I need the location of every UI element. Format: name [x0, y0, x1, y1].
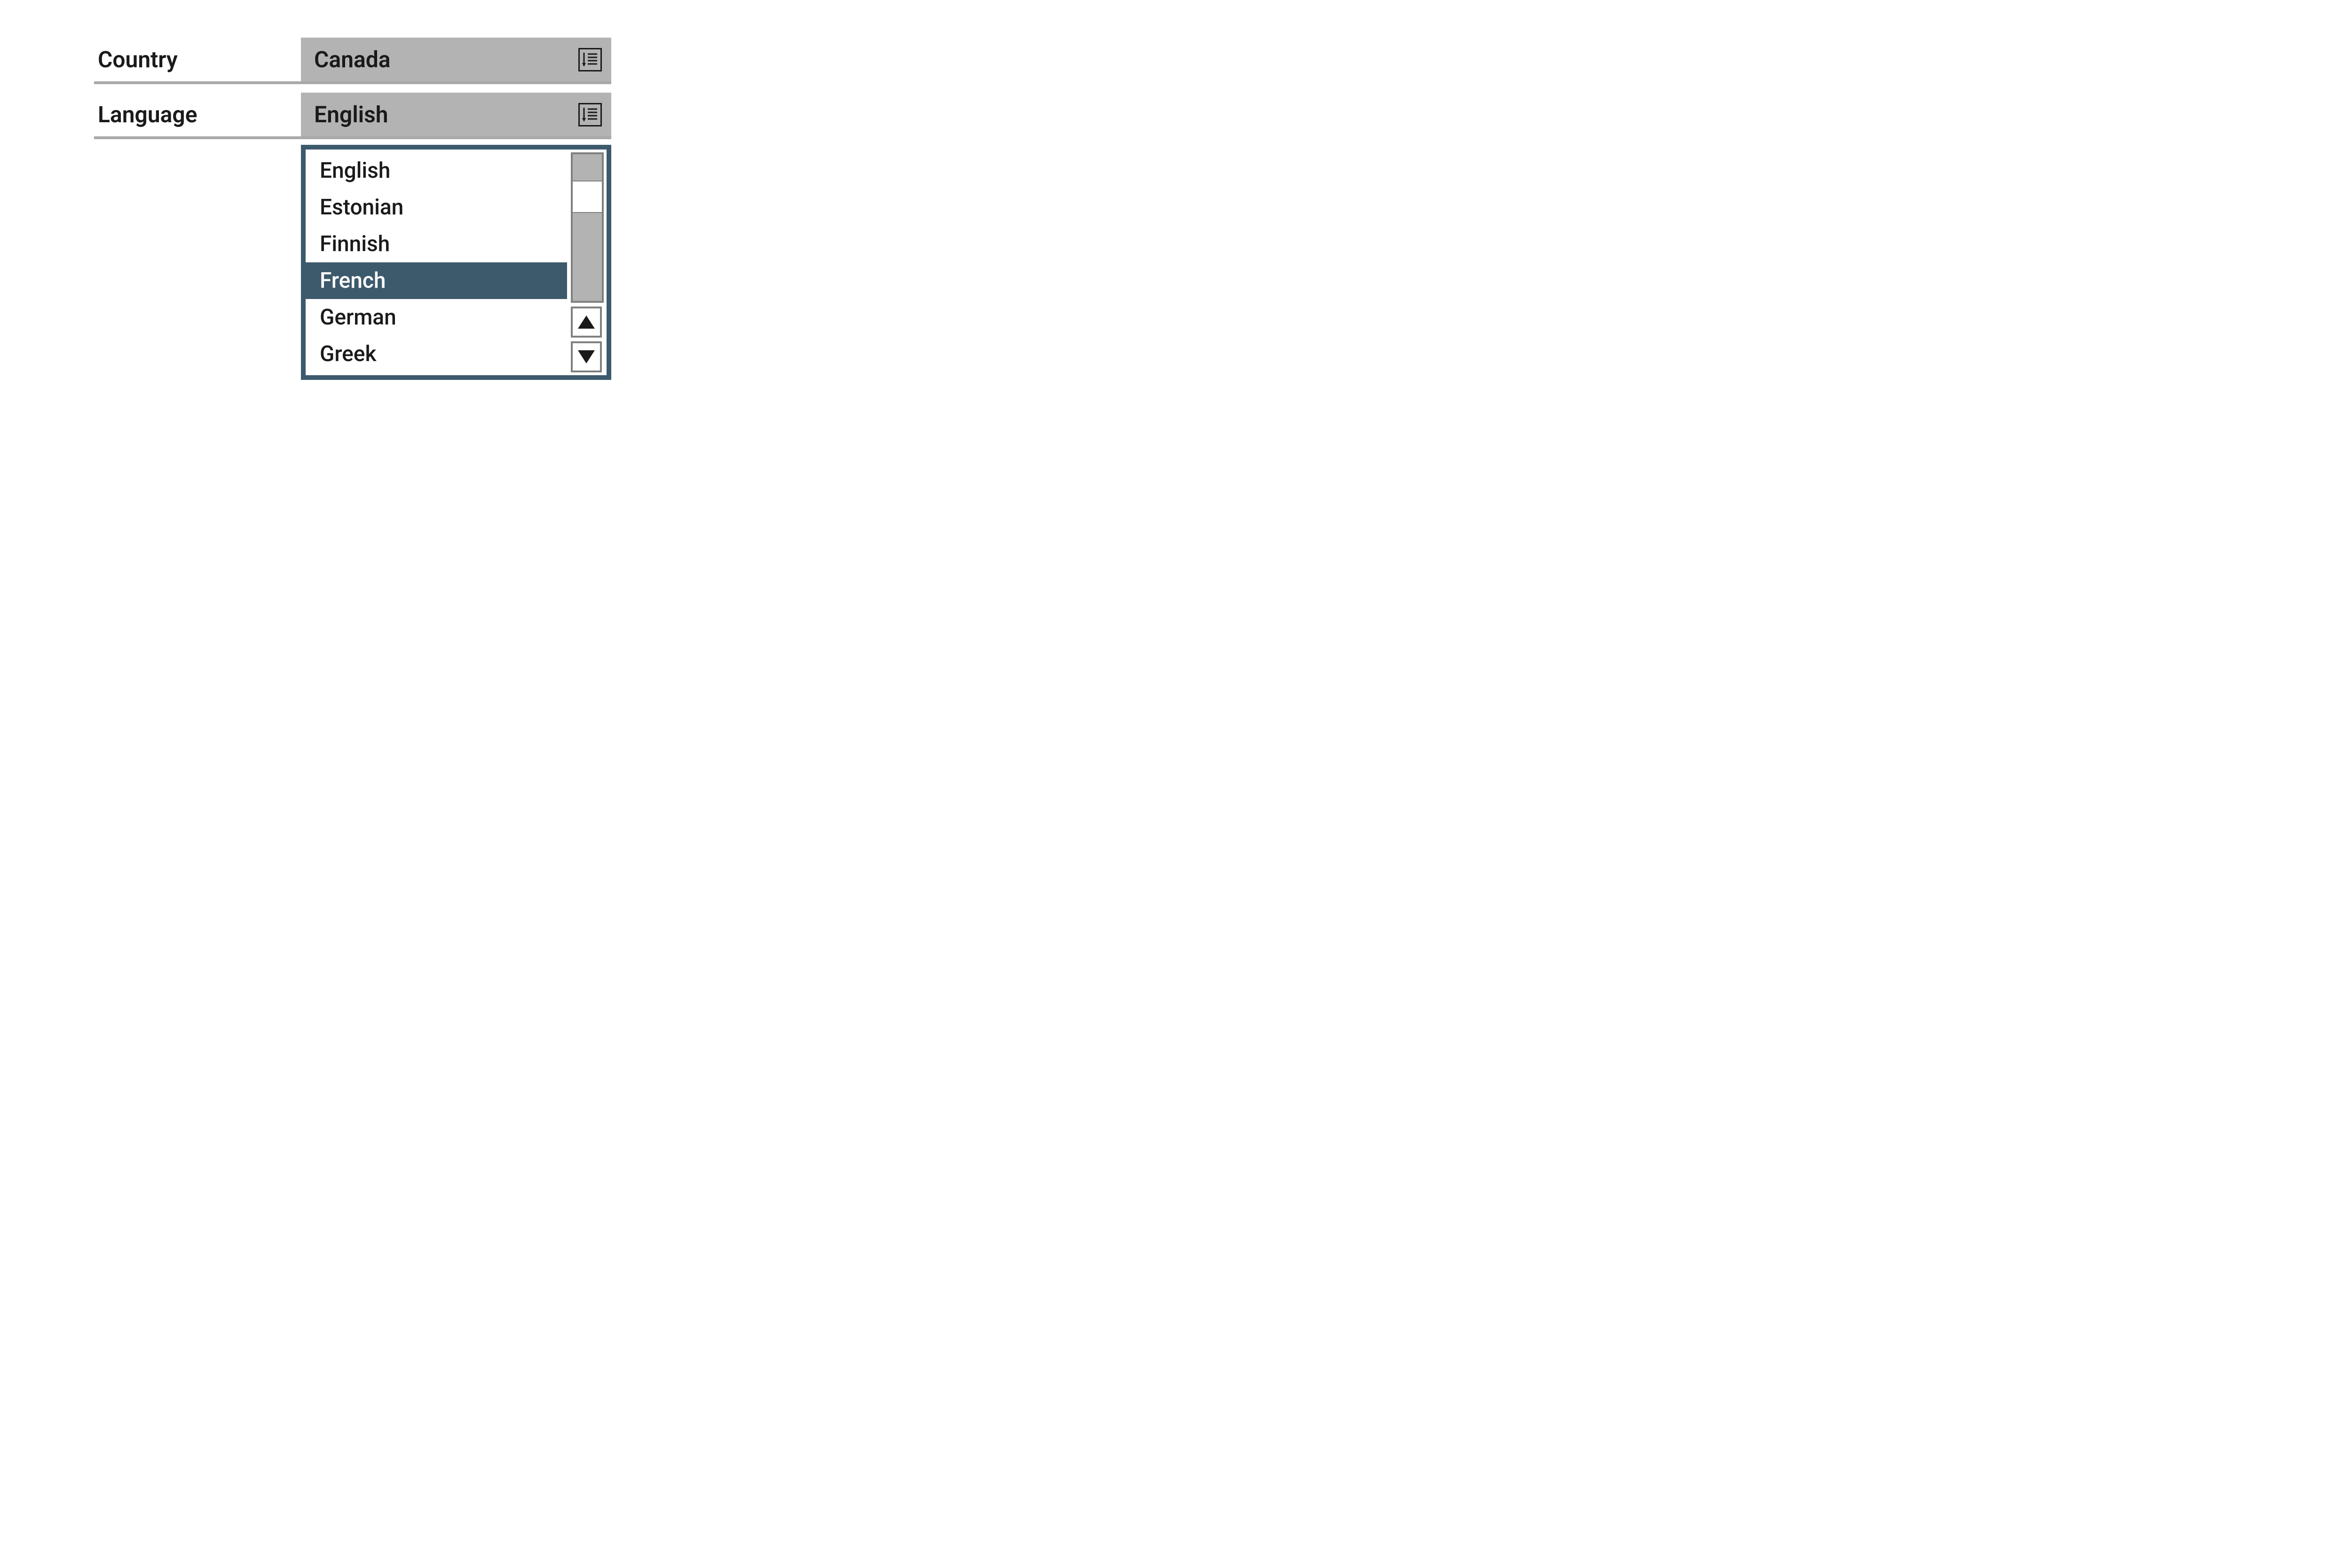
language-select[interactable]: English — [301, 93, 611, 136]
scroll-up-button[interactable] — [571, 307, 602, 338]
country-field-row: Country Canada — [94, 38, 611, 84]
dropdown-list-icon — [578, 48, 602, 71]
country-select[interactable]: Canada — [301, 38, 611, 81]
language-label: Language — [94, 93, 301, 136]
country-value: Canada — [314, 46, 391, 73]
country-label: Country — [94, 38, 301, 81]
scroll-thumb[interactable] — [573, 181, 602, 213]
option-finnish[interactable]: Finnish — [306, 226, 567, 262]
language-field-row: Language English — [94, 93, 611, 139]
scroll-track[interactable] — [571, 152, 604, 303]
language-value: English — [314, 101, 388, 128]
language-dropdown-panel: English Estonian Finnish French German G… — [301, 145, 611, 380]
option-estonian[interactable]: Estonian — [306, 189, 567, 226]
arrow-down-icon — [578, 350, 595, 363]
option-list: English Estonian Finnish French German G… — [306, 152, 567, 372]
scroll-down-button[interactable] — [571, 341, 602, 372]
option-german[interactable]: German — [306, 299, 567, 336]
option-french[interactable]: French — [306, 262, 567, 299]
settings-form: Country Canada Language English — [94, 38, 611, 380]
option-english[interactable]: English — [306, 152, 567, 189]
arrow-up-icon — [578, 315, 595, 329]
scrollbar — [567, 152, 604, 372]
option-greek[interactable]: Greek — [306, 336, 567, 372]
dropdown-list-icon — [578, 103, 602, 126]
